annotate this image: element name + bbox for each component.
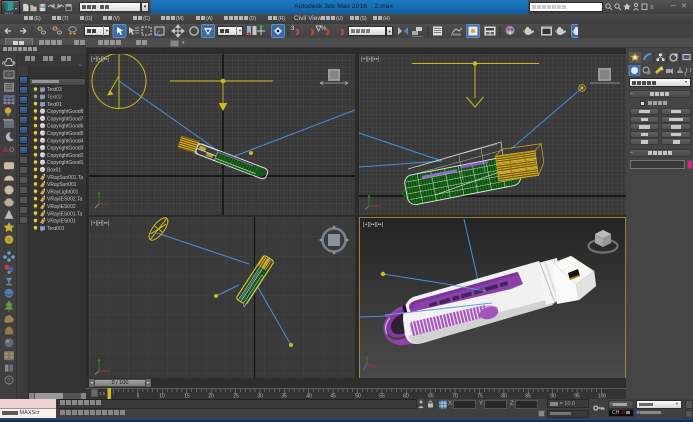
svg-text:Text001: Text001 [47,226,65,232]
svg-text:VRayIES001: VRayIES001 [47,219,76,225]
svg-text:A: A [3,147,8,154]
svg-text:Box01: Box01 [47,168,61,174]
svg-text:CopyrightGood4: CopyrightGood4 [47,138,84,144]
svg-text:Text03: Text03 [47,87,62,93]
svg-text:[+][▪▪][▪▪]: [+][▪▪][▪▪] [363,222,384,228]
svg-text:VRayIES002.Ta: VRayIES002.Ta [47,197,83,203]
svg-text:CopyrightGood6: CopyrightGood6 [47,124,84,130]
svg-text:VRaySun001: VRaySun001 [47,182,77,188]
svg-text:CopyrightGood7: CopyrightGood7 [47,116,84,122]
svg-text:CopyrightGood8: CopyrightGood8 [47,109,84,115]
svg-text:VRayIES001.Ta: VRayIES001.Ta [47,211,83,217]
svg-text:Text01: Text01 [47,102,62,108]
svg-text:[+][▪][▪▪]: [+][▪][▪▪] [91,221,110,227]
svg-text:CopyrightGood3: CopyrightGood3 [47,146,84,152]
svg-text:≡: ≡ [650,5,654,11]
svg-text:%: % [321,26,327,32]
svg-text:VRayLight001: VRayLight001 [47,189,79,195]
svg-text:O: O [9,147,15,154]
svg-text:CopyrightGood5: CopyrightGood5 [47,131,84,137]
svg-text:3: 3 [291,26,295,32]
svg-text:VRayIES002: VRayIES002 [47,204,76,210]
svg-text:Text02: Text02 [47,95,62,101]
svg-text:[+][▪][▪▪]: [+][▪][▪▪] [361,57,380,63]
svg-text:2.5: 2.5 [99,391,106,396]
svg-text:VRaySun001.Ta: VRaySun001.Ta [47,175,83,181]
svg-text:[+][▪][▪▪]: [+][▪][▪▪] [91,57,110,63]
svg-text:CopyrightGood2: CopyrightGood2 [47,153,84,159]
svg-text:CopyrightGood1: CopyrightGood1 [47,160,84,166]
